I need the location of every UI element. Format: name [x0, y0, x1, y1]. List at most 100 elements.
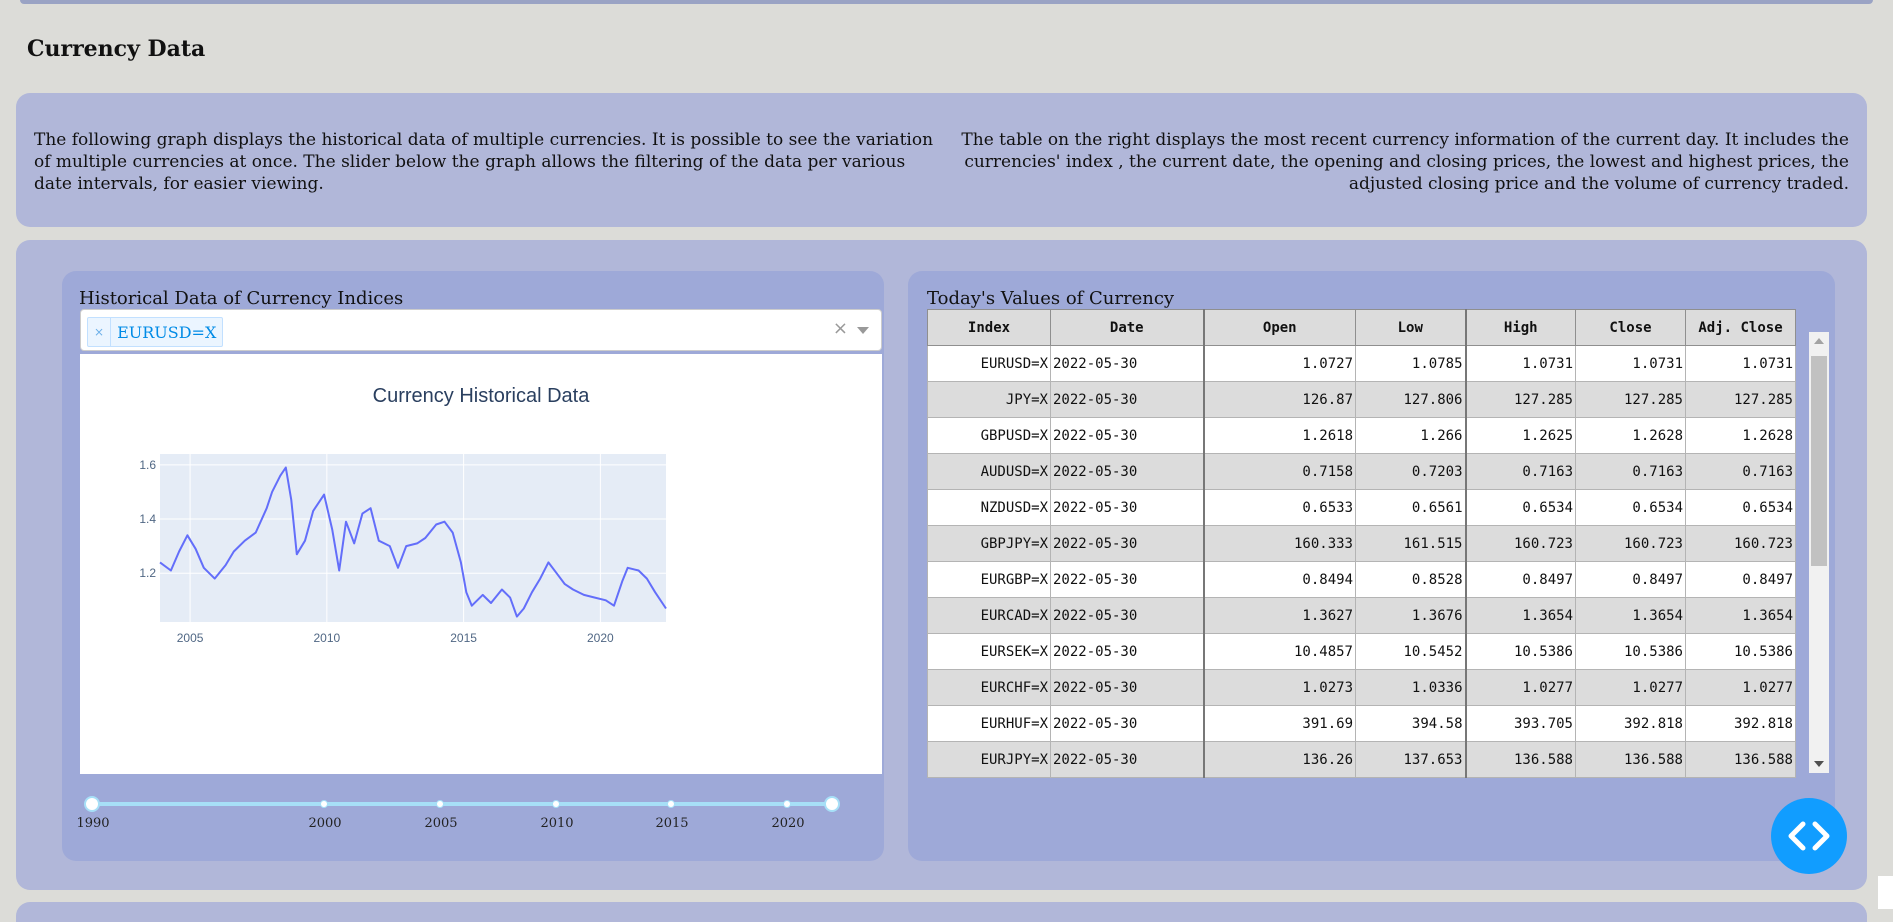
- table-cell[interactable]: 2022-05-30: [1050, 669, 1204, 706]
- table-cell[interactable]: 2022-05-30: [1050, 633, 1204, 670]
- table-cell[interactable]: 2022-05-30: [1050, 489, 1204, 526]
- table-cell[interactable]: 391.69: [1202, 705, 1356, 742]
- table-cell[interactable]: EURCAD=X: [927, 597, 1051, 634]
- table-row[interactable]: EURSEK=X 2022-05-30 10.4857 10.5452 10.5386 1…: [927, 633, 1796, 670]
- table-cell[interactable]: 1.0731: [1464, 345, 1576, 382]
- table-cell[interactable]: 0.7158: [1202, 453, 1356, 490]
- remove-chip-icon[interactable]: ×: [88, 318, 112, 346]
- table-cell[interactable]: 0.7163: [1575, 453, 1686, 490]
- table-cell[interactable]: AUDUSD=X: [927, 453, 1051, 490]
- table-cell[interactable]: 136.588: [1685, 741, 1796, 778]
- table-cell[interactable]: 0.6533: [1202, 489, 1356, 526]
- table-cell[interactable]: 1.0336: [1355, 669, 1466, 706]
- table-cell[interactable]: 0.7163: [1464, 453, 1576, 490]
- table-cell[interactable]: 2022-05-30: [1050, 705, 1204, 742]
- table-scrollbar[interactable]: [1809, 332, 1829, 773]
- table-cell[interactable]: 0.8494: [1202, 561, 1356, 598]
- table-cell[interactable]: 1.0277: [1575, 669, 1686, 706]
- table-cell[interactable]: 0.6534: [1575, 489, 1686, 526]
- table-cell[interactable]: 1.2625: [1464, 417, 1576, 454]
- slider-handle-start[interactable]: [84, 796, 100, 812]
- table-cell[interactable]: 10.5452: [1355, 633, 1466, 670]
- table-cell[interactable]: 1.3654: [1575, 597, 1686, 634]
- column-header-date[interactable]: Date: [1050, 309, 1204, 346]
- table-row[interactable]: AUDUSD=X 2022-05-30 0.7158 0.7203 0.7163 0.71…: [927, 453, 1796, 490]
- table-cell[interactable]: 1.0731: [1575, 345, 1686, 382]
- table-cell[interactable]: 136.26: [1202, 741, 1356, 778]
- table-cell[interactable]: EURJPY=X: [927, 741, 1051, 778]
- table-cell[interactable]: 1.2628: [1685, 417, 1796, 454]
- table-cell[interactable]: 0.7203: [1355, 453, 1466, 490]
- column-header-adj-close[interactable]: Adj. Close: [1685, 309, 1796, 346]
- table-cell[interactable]: 0.8497: [1575, 561, 1686, 598]
- table-cell[interactable]: 0.6534: [1464, 489, 1576, 526]
- currency-dropdown[interactable]: × EURUSD=X ×: [80, 309, 882, 351]
- column-header-high[interactable]: High: [1464, 309, 1576, 346]
- table-cell[interactable]: 1.3627: [1202, 597, 1356, 634]
- scrollbar-thumb[interactable]: [1811, 356, 1827, 566]
- table-cell[interactable]: 136.588: [1575, 741, 1686, 778]
- table-cell[interactable]: 2022-05-30: [1050, 741, 1204, 778]
- table-cell[interactable]: 0.8497: [1464, 561, 1576, 598]
- table-cell[interactable]: 1.0277: [1685, 669, 1796, 706]
- table-cell[interactable]: EURGBP=X: [927, 561, 1051, 598]
- table-cell[interactable]: 2022-05-30: [1050, 597, 1204, 634]
- table-row[interactable]: NZDUSD=X 2022-05-30 0.6533 0.6561 0.6534 0.65…: [927, 489, 1796, 526]
- table-cell[interactable]: 392.818: [1575, 705, 1686, 742]
- table-cell[interactable]: 1.0785: [1355, 345, 1466, 382]
- table-row[interactable]: EURCAD=X 2022-05-30 1.3627 1.3676 1.3654 1.36…: [927, 597, 1796, 634]
- table-cell[interactable]: 127.806: [1355, 381, 1466, 418]
- table-cell[interactable]: 1.2618: [1202, 417, 1356, 454]
- table-cell[interactable]: 10.5386: [1464, 633, 1576, 670]
- table-row[interactable]: JPY=X 2022-05-30 126.87 127.806 127.285 127.2…: [927, 381, 1796, 418]
- table-cell[interactable]: 127.285: [1575, 381, 1686, 418]
- table-cell[interactable]: 0.8497: [1685, 561, 1796, 598]
- table-row[interactable]: EURHUF=X 2022-05-30 391.69 394.58 393.705 392…: [927, 705, 1796, 742]
- table-cell[interactable]: 0.8528: [1355, 561, 1466, 598]
- table-cell[interactable]: 0.7163: [1685, 453, 1796, 490]
- table-cell[interactable]: 10.4857: [1202, 633, 1356, 670]
- table-row[interactable]: GBPJPY=X 2022-05-30 160.333 161.515 160.723 1…: [927, 525, 1796, 562]
- table-cell[interactable]: 392.818: [1685, 705, 1796, 742]
- table-cell[interactable]: 126.87: [1202, 381, 1356, 418]
- table-cell[interactable]: 10.5386: [1575, 633, 1686, 670]
- table-cell[interactable]: 2022-05-30: [1050, 525, 1204, 562]
- table-cell[interactable]: 1.0273: [1202, 669, 1356, 706]
- table-cell[interactable]: EURCHF=X: [927, 669, 1051, 706]
- table-cell[interactable]: 10.5386: [1685, 633, 1796, 670]
- slider-handle-end[interactable]: [824, 796, 840, 812]
- table-row[interactable]: GBPUSD=X 2022-05-30 1.2618 1.266 1.2625 1.262…: [927, 417, 1796, 454]
- table-row[interactable]: EURCHF=X 2022-05-30 1.0273 1.0336 1.0277 1.02…: [927, 669, 1796, 706]
- currency-table-container[interactable]: Index Date Open Low High Close Adj. Clos…: [927, 309, 1800, 789]
- table-cell[interactable]: 1.2628: [1575, 417, 1686, 454]
- table-cell[interactable]: 1.0727: [1202, 345, 1356, 382]
- table-cell[interactable]: 1.266: [1355, 417, 1466, 454]
- table-row[interactable]: EURGBP=X 2022-05-30 0.8494 0.8528 0.8497 0.84…: [927, 561, 1796, 598]
- table-cell[interactable]: 137.653: [1355, 741, 1466, 778]
- table-cell[interactable]: 127.285: [1464, 381, 1576, 418]
- table-cell[interactable]: 394.58: [1355, 705, 1466, 742]
- table-cell[interactable]: 160.333: [1202, 525, 1356, 562]
- table-cell[interactable]: GBPUSD=X: [927, 417, 1051, 454]
- table-cell[interactable]: 160.723: [1464, 525, 1576, 562]
- table-cell[interactable]: 0.6534: [1685, 489, 1796, 526]
- table-cell[interactable]: EURHUF=X: [927, 705, 1051, 742]
- table-cell[interactable]: 2022-05-30: [1050, 561, 1204, 598]
- table-row[interactable]: EURJPY=X 2022-05-30 136.26 137.653 136.588 13…: [927, 741, 1796, 778]
- table-cell[interactable]: 1.0731: [1685, 345, 1796, 382]
- currency-graph[interactable]: Currency Historical Data 2005 2010 2015 202…: [80, 354, 882, 774]
- table-cell[interactable]: 2022-05-30: [1050, 345, 1204, 382]
- table-row[interactable]: EURUSD=X 2022-05-30 1.0727 1.0785 1.0731 1.07…: [927, 345, 1796, 382]
- table-cell[interactable]: 1.3654: [1464, 597, 1576, 634]
- table-cell[interactable]: 2022-05-30: [1050, 453, 1204, 490]
- column-header-low[interactable]: Low: [1355, 309, 1466, 346]
- column-header-open[interactable]: Open: [1202, 309, 1356, 346]
- table-cell[interactable]: 1.0277: [1464, 669, 1576, 706]
- table-cell[interactable]: EURUSD=X: [927, 345, 1051, 382]
- table-cell[interactable]: NZDUSD=X: [927, 489, 1051, 526]
- table-cell[interactable]: 2022-05-30: [1050, 417, 1204, 454]
- table-cell[interactable]: JPY=X: [927, 381, 1051, 418]
- table-cell[interactable]: 136.588: [1464, 741, 1576, 778]
- table-cell[interactable]: 127.285: [1685, 381, 1796, 418]
- scroll-down-icon[interactable]: [1814, 761, 1824, 767]
